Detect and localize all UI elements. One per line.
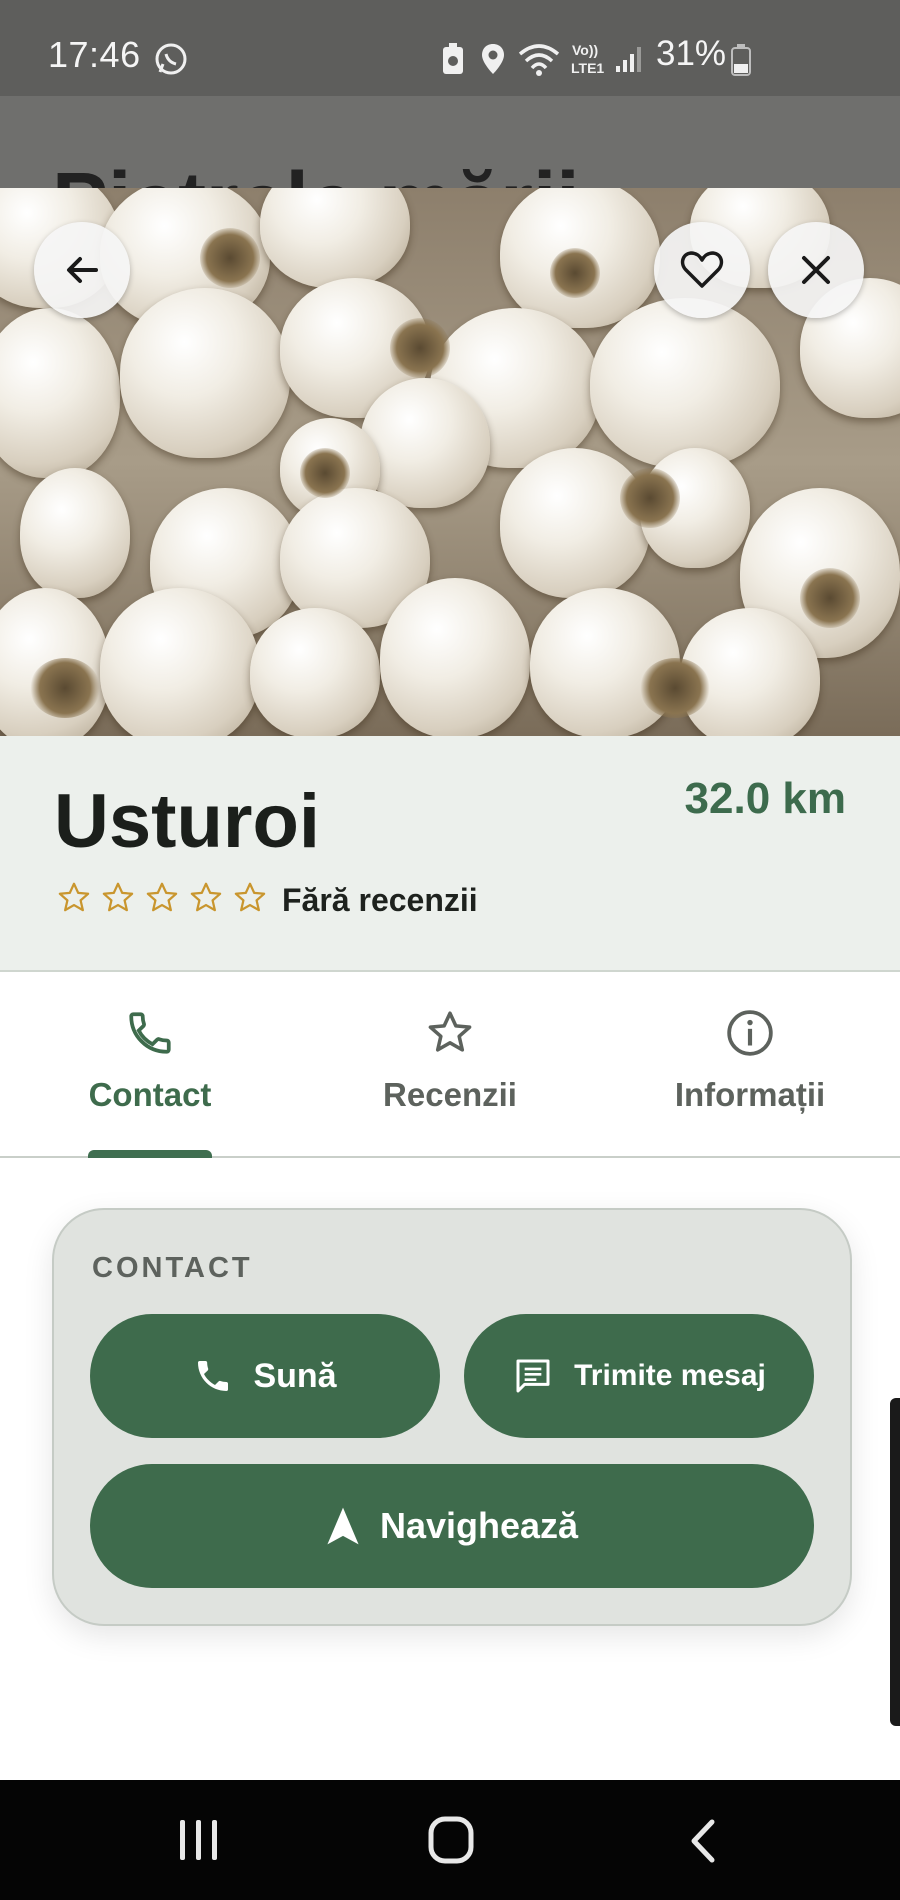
tab-reviews-label: Recenzii [383, 1076, 517, 1113]
tab-contact[interactable]: Contact [0, 972, 300, 1156]
product-distance: 32.0 km [684, 774, 846, 823]
rating-text: Fără recenzii [282, 882, 478, 918]
rating-star-icon [234, 882, 266, 912]
navigate-button[interactable]: Navighează [90, 1464, 814, 1588]
product-header: Usturoi 32.0 km Fără recenzii [0, 736, 900, 972]
close-icon [802, 256, 830, 284]
phone-icon [129, 1012, 171, 1054]
tab-information[interactable]: Informații [600, 972, 900, 1156]
tab-contact-label: Contact [88, 1076, 212, 1113]
volte-icon: Vo)) LTE1 [571, 42, 604, 76]
tab-information-label: Informații [674, 1076, 826, 1113]
contact-card: CONTACT Sună Trimite mesaj Navighează [52, 1208, 852, 1626]
arrow-left-icon [67, 257, 98, 283]
rating-star-icon [190, 882, 222, 912]
send-message-button[interactable]: Trimite mesaj [464, 1314, 814, 1438]
navigation-arrow-icon [327, 1507, 359, 1545]
battery-percentage: 31% [656, 34, 727, 73]
call-button-label: Sună [253, 1356, 337, 1395]
rating-stars [56, 880, 268, 916]
contact-heading: CONTACT [92, 1252, 253, 1284]
close-button[interactable] [768, 222, 864, 318]
wifi-icon [518, 44, 560, 76]
svg-text:Vo)): Vo)) [572, 42, 598, 58]
recent-apps-button[interactable] [176, 1818, 222, 1862]
battery-saver-icon [443, 43, 463, 74]
rating-star-icon [102, 882, 134, 912]
tab-bar: Contact Recenzii Informații [0, 972, 900, 1158]
product-name: Usturoi [54, 779, 320, 864]
back-nav-button[interactable] [686, 1818, 720, 1864]
system-navigation-bar [0, 1780, 900, 1900]
active-tab-indicator [88, 1150, 212, 1158]
status-time: 17:46 [48, 34, 141, 75]
message-icon [516, 1359, 550, 1393]
heart-icon [680, 251, 724, 288]
star-icon [428, 1011, 472, 1052]
rating-star-icon [58, 882, 90, 912]
background-page-header: Pietrele mării [0, 96, 900, 188]
favorite-button[interactable] [654, 222, 750, 318]
back-button[interactable] [34, 222, 130, 318]
send-message-label: Trimite mesaj [574, 1359, 766, 1392]
svg-text:LTE1: LTE1 [571, 60, 604, 76]
phone-icon [198, 1361, 229, 1391]
tab-reviews[interactable]: Recenzii [300, 972, 600, 1156]
info-icon [727, 1010, 773, 1056]
whatsapp-icon [155, 43, 187, 75]
call-button[interactable]: Sună [90, 1314, 440, 1438]
product-image [0, 188, 900, 736]
rating-star-icon [146, 882, 178, 912]
navigate-label: Navighează [379, 1505, 579, 1546]
side-scroll-handle[interactable] [890, 1398, 900, 1726]
home-button[interactable] [428, 1816, 474, 1864]
signal-icon [616, 47, 641, 72]
location-icon [482, 44, 504, 74]
status-bar: 17:46 Vo)) LTE1 31% [0, 0, 900, 96]
background-page-title: Pietrele mării [52, 154, 580, 188]
battery-icon [731, 44, 751, 76]
